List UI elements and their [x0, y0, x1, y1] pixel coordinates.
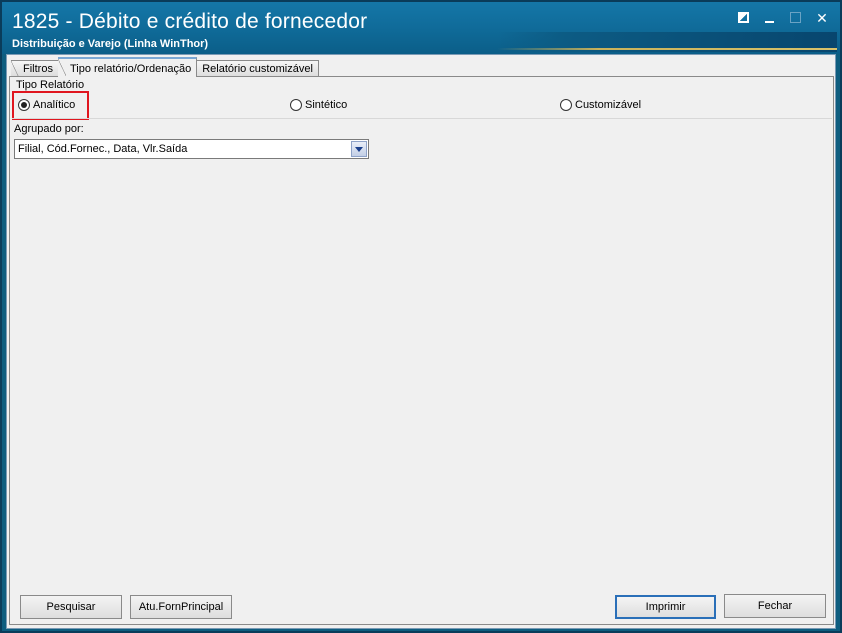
minimize-icon[interactable]	[762, 10, 778, 26]
tipo-relatorio-label: Tipo Relatório	[16, 79, 85, 91]
window-subtitle: Distribuição e Varejo (Linha WinThor)	[12, 38, 209, 50]
window-controls: ✕	[736, 10, 830, 26]
radio-sintetico-label: Sintético	[305, 99, 348, 111]
tab-panel: Tipo Relatório Analítico Sintético Custo…	[9, 76, 834, 625]
restore-icon[interactable]	[736, 10, 752, 26]
agrupado-por-label: Agrupado por:	[14, 123, 84, 135]
divider	[12, 118, 832, 119]
pesquisar-button[interactable]: Pesquisar	[20, 595, 122, 619]
tab-tipo-relatorio-ordenacao[interactable]: Tipo relatório/Ordenação	[57, 57, 198, 77]
title-bar: 1825 - Débito e crédito de fornecedor Di…	[2, 2, 840, 54]
radio-unchecked-icon	[290, 99, 302, 111]
atu-forn-principal-button[interactable]: Atu.FornPrincipal	[130, 595, 232, 619]
radio-customizavel-label: Customizável	[575, 99, 642, 111]
app-window: 1825 - Débito e crédito de fornecedor Di…	[0, 0, 842, 633]
client-area: Filtros Tipo relatório/Ordenação Relatór…	[6, 54, 836, 629]
radio-analitico-label: Analítico	[33, 99, 76, 111]
tab-bar: Filtros Tipo relatório/Ordenação Relatór…	[11, 57, 319, 78]
imprimir-button[interactable]: Imprimir	[615, 595, 716, 619]
window-title: 1825 - Débito e crédito de fornecedor	[12, 10, 368, 33]
radio-customizavel[interactable]: Customizável	[560, 99, 641, 111]
agrupado-por-value: Filial, Cód.Fornec., Data, Vlr.Saída	[18, 143, 188, 155]
tab-relatorio-customizavel[interactable]: Relatório customizável	[196, 60, 319, 77]
fechar-button[interactable]: Fechar	[724, 594, 826, 618]
close-icon[interactable]: ✕	[814, 10, 830, 26]
radio-sintetico[interactable]: Sintético	[290, 99, 347, 111]
radio-unchecked-icon	[560, 99, 572, 111]
maximize-icon	[788, 10, 804, 26]
agrupado-por-select[interactable]: Filial, Cód.Fornec., Data, Vlr.Saída	[14, 139, 369, 159]
tab-filtros[interactable]: Filtros	[11, 60, 59, 78]
chevron-down-icon[interactable]	[351, 141, 367, 157]
radio-checked-icon	[18, 99, 30, 111]
radio-analitico[interactable]: Analítico	[18, 99, 75, 111]
